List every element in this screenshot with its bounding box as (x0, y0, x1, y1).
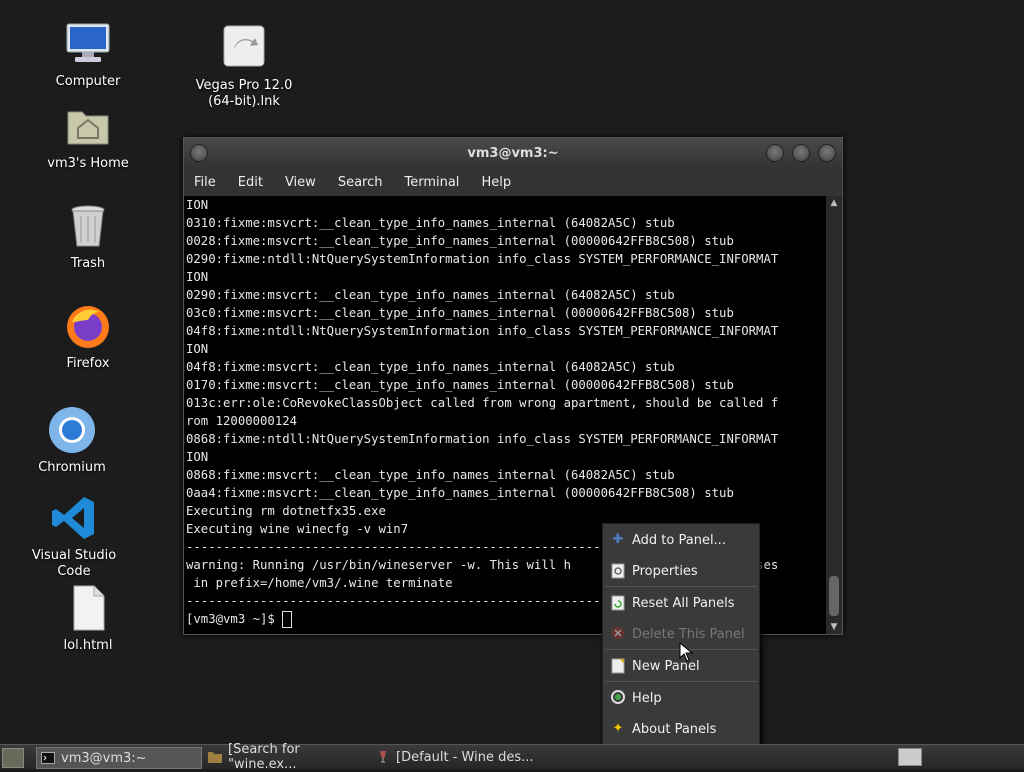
help-icon (610, 690, 626, 706)
menu-item-add-to-panel[interactable]: ✚ Add to Panel... (603, 526, 759, 554)
menu-item-properties[interactable]: Properties (603, 557, 759, 585)
delete-icon (610, 626, 626, 642)
terminal-scrollbar[interactable]: ▲ ▼ (826, 196, 842, 634)
workspace-switcher-icon[interactable] (898, 748, 922, 766)
menu-separator (605, 586, 757, 587)
menu-item-label: About Panels (632, 721, 717, 737)
desktop-icon-label: Visual Studio Code (31, 548, 117, 579)
terminal-titlebar[interactable]: vm3@vm3:~ (184, 138, 842, 168)
terminal-line: 0868:fixme:msvcrt:__clean_type_info_name… (186, 468, 675, 482)
terminal-line: ION (186, 450, 209, 464)
menu-terminal[interactable]: Terminal (404, 175, 459, 190)
text-cursor (282, 611, 293, 628)
desktop-icon-label: Computer (55, 74, 121, 89)
terminal-line: Executing rm dotnetfx35.exe (186, 504, 386, 518)
task-label: vm3@vm3:~ (61, 750, 147, 766)
terminal-line: 04f8:fixme:ntdll:NtQuerySystemInformatio… (186, 324, 779, 338)
new-panel-icon (610, 658, 626, 674)
terminal-line: 013c:err:ole:CoRevokeClassObject called … (186, 396, 779, 410)
menu-search[interactable]: Search (338, 175, 383, 190)
menu-separator (605, 681, 757, 682)
desktop-icon-label: Trash (70, 256, 106, 271)
desktop-icon-lol-html[interactable]: lol.html (28, 584, 148, 654)
menu-item-label: Reset All Panels (632, 595, 735, 611)
folder-icon (208, 751, 222, 763)
menu-edit[interactable]: Edit (238, 175, 263, 190)
terminal-line: rom 12000000124 (186, 414, 298, 428)
terminal-line: 0aa4:fixme:msvcrt:__clean_type_info_name… (186, 486, 734, 500)
plus-icon: ✚ (612, 532, 624, 547)
menu-view[interactable]: View (285, 175, 316, 190)
task-label: [Default - Wine des... (396, 749, 534, 765)
menu-item-about-panels[interactable]: ✦ About Panels (603, 715, 759, 743)
terminal-line: ION (186, 342, 209, 356)
menu-file[interactable]: File (194, 175, 216, 190)
menu-item-reset-all-panels[interactable]: Reset All Panels (603, 589, 759, 617)
trash-icon (64, 202, 112, 250)
desktop-icon-label: vm3's Home (47, 156, 129, 171)
desktop-icon-firefox[interactable]: Firefox (28, 302, 148, 372)
terminal-menubar: File Edit View Search Terminal Help (184, 168, 842, 196)
wine-glass-icon (376, 751, 390, 763)
taskbar-task-terminal[interactable]: vm3@vm3:~ (36, 747, 202, 769)
panel-context-menu: ✚ Add to Panel... Properties Reset All P… (602, 523, 760, 747)
menu-help[interactable]: Help (481, 175, 511, 190)
terminal-line: 0290:fixme:ntdll:NtQuerySystemInformatio… (186, 252, 779, 266)
terminal-line: 0170:fixme:msvcrt:__clean_type_info_name… (186, 378, 734, 392)
computer-icon (64, 20, 112, 68)
terminal-line: ION (186, 270, 209, 284)
star-icon: ✦ (612, 721, 624, 736)
shell-prompt: [vm3@vm3 ~]$ (186, 612, 283, 626)
firefox-icon (64, 302, 112, 350)
terminal-line: 0028:fixme:msvcrt:__clean_type_info_name… (186, 234, 734, 248)
scroll-down-arrow-icon[interactable]: ▼ (826, 620, 842, 634)
desktop-icon-trash[interactable]: Trash (28, 202, 148, 272)
desktop-icon-label: Firefox (66, 356, 110, 371)
close-button[interactable] (818, 144, 836, 162)
properties-icon (610, 563, 626, 579)
desktop-icon-computer[interactable]: Computer (28, 20, 148, 90)
taskbar-task-wine[interactable]: [Default - Wine des... (372, 747, 540, 767)
terminal-line: ION (186, 198, 209, 212)
terminal-line: 04f8:fixme:msvcrt:__clean_type_info_name… (186, 360, 675, 374)
menu-item-label: Delete This Panel (632, 626, 745, 642)
desktop-icon-home[interactable]: vm3's Home (28, 102, 148, 172)
chromium-icon (48, 406, 96, 454)
menu-item-help[interactable]: Help (603, 684, 759, 712)
shortcut-icon (220, 24, 268, 72)
terminal-icon (41, 752, 55, 764)
taskbar: vm3@vm3:~ [Search for "wine.ex... [Defau… (0, 742, 1024, 772)
scroll-thumb[interactable] (829, 576, 839, 616)
terminal-line: 0868:fixme:ntdll:NtQuerySystemInformatio… (186, 432, 779, 446)
desktop-icon-vegas[interactable]: Vegas Pro 12.0 (64-bit).lnk (184, 24, 304, 110)
terminal-line: 0290:fixme:msvcrt:__clean_type_info_name… (186, 288, 675, 302)
desktop-icon-label: Vegas Pro 12.0 (64-bit).lnk (195, 78, 293, 109)
home-folder-icon (64, 102, 112, 150)
terminal-line: 0310:fixme:msvcrt:__clean_type_info_name… (186, 216, 675, 230)
vscode-icon (50, 494, 98, 542)
terminal-line: 03c0:fixme:msvcrt:__clean_type_info_name… (186, 306, 734, 320)
desktop-icon-vscode[interactable]: Visual Studio Code (14, 494, 134, 580)
window-title: vm3@vm3:~ (467, 146, 559, 161)
desktop-icon-label: lol.html (63, 638, 113, 653)
menu-item-label: Help (632, 690, 662, 706)
desktop-icon-chromium[interactable]: Chromium (12, 406, 132, 476)
desktop-icon-label: Chromium (38, 460, 106, 475)
minimize-button[interactable] (766, 144, 784, 162)
show-desktop-icon[interactable] (2, 748, 24, 768)
scroll-up-arrow-icon[interactable]: ▲ (826, 196, 842, 210)
maximize-button[interactable] (792, 144, 810, 162)
menu-item-label: Add to Panel... (632, 532, 726, 548)
taskbar-task-search[interactable]: [Search for "wine.ex... (204, 742, 372, 772)
menu-item-label: Properties (632, 563, 698, 579)
reset-icon (610, 595, 626, 611)
mouse-pointer-icon (679, 642, 693, 662)
file-icon (64, 584, 112, 632)
